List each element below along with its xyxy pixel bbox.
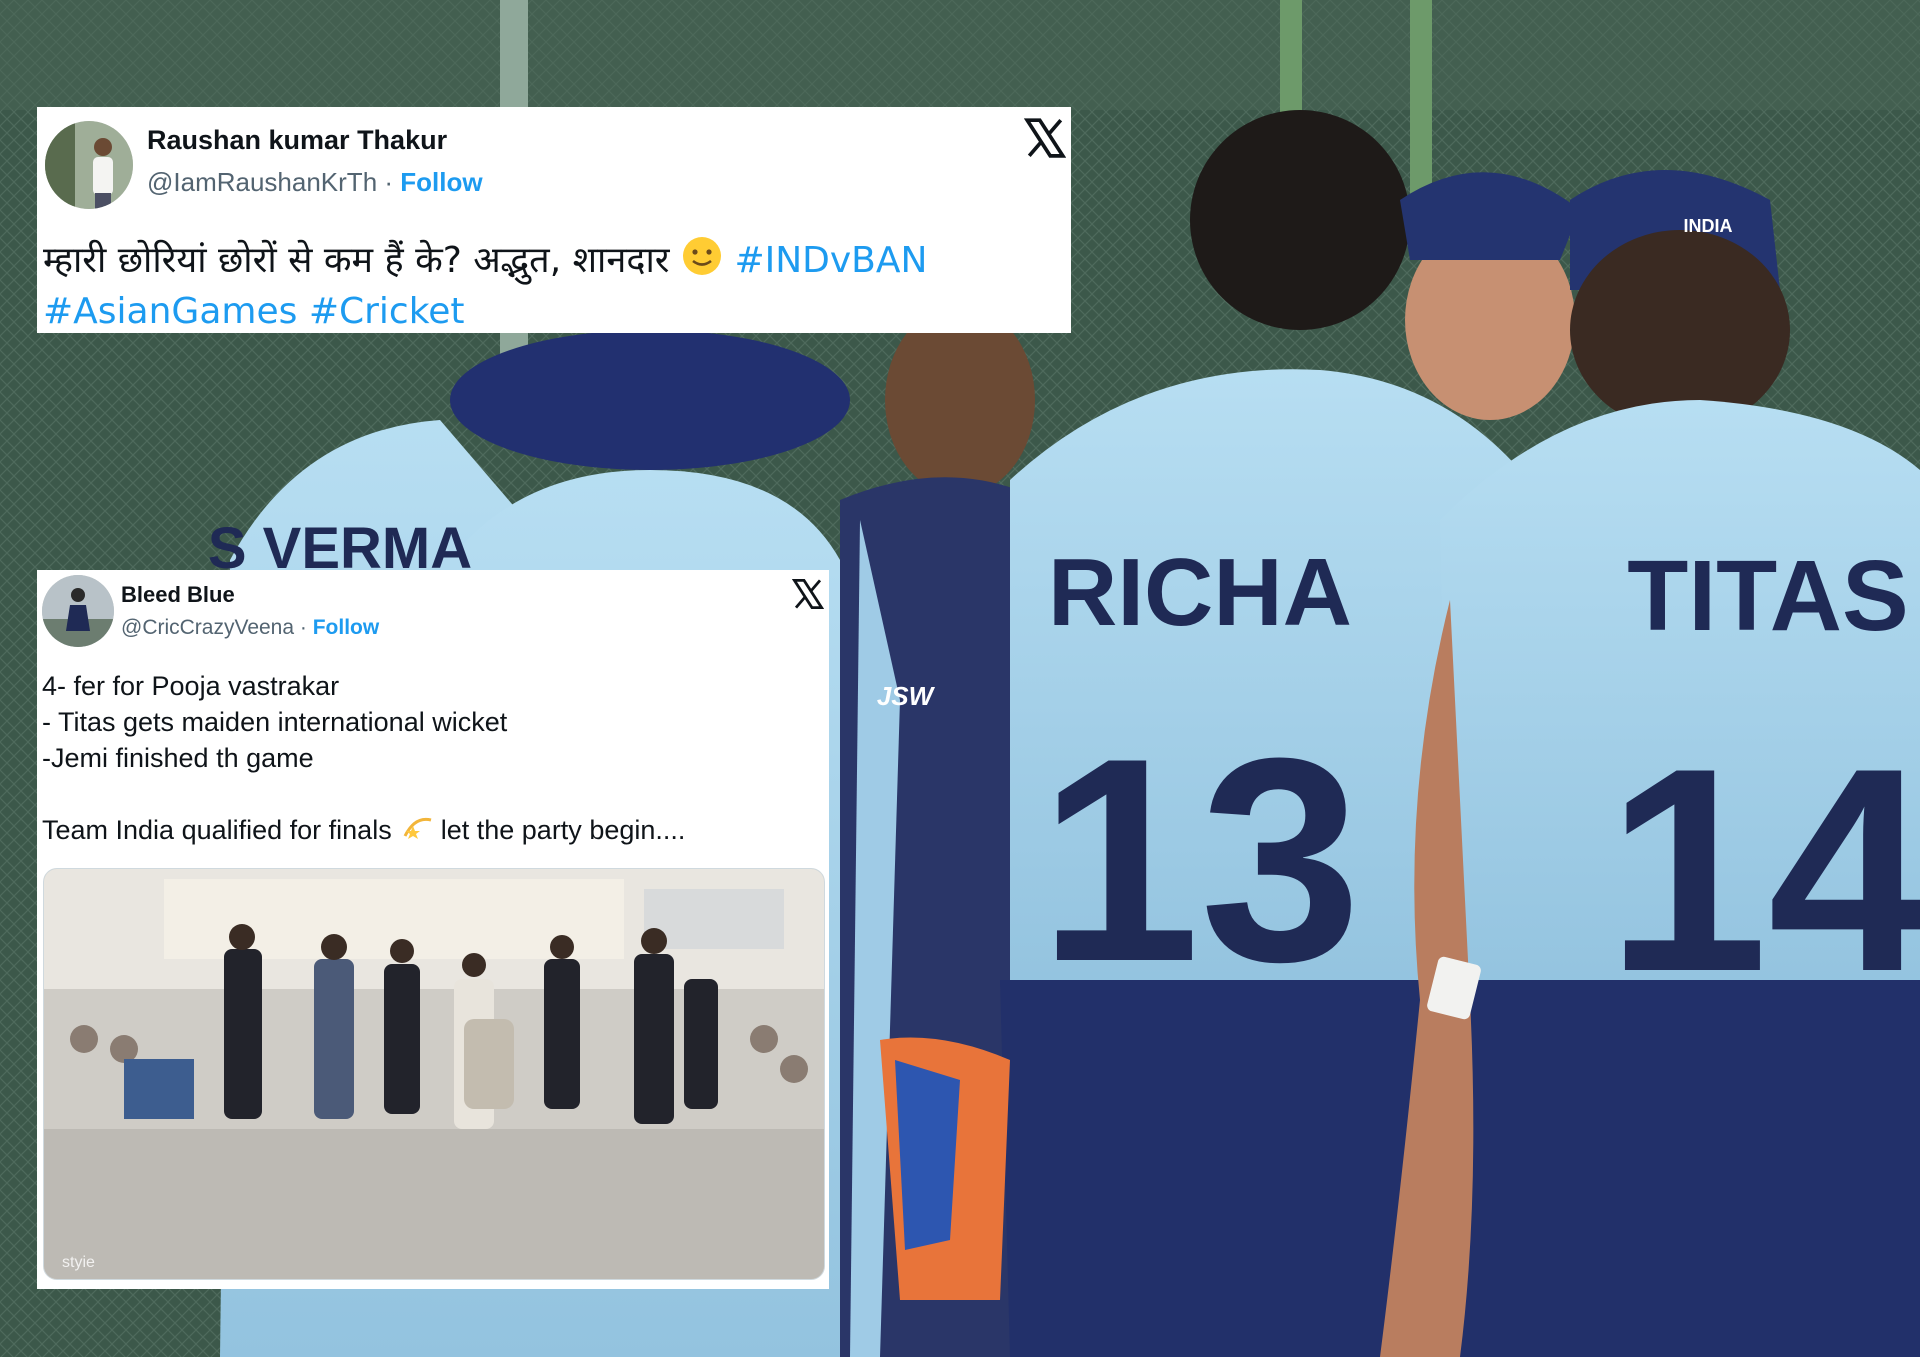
avatar[interactable] — [45, 121, 133, 209]
user-handle[interactable]: @CricCrazyVeena — [121, 616, 294, 639]
hashtag-asiangames[interactable]: #AsianGames — [43, 291, 297, 332]
cap-logo-text: INDIA — [1684, 216, 1733, 236]
final-text-b: let the party begin.... — [440, 815, 686, 845]
wedding-dance-video-thumbnail: styie — [44, 869, 824, 1279]
avatar-photo-icon — [45, 121, 133, 209]
tweet-line-2: - Titas gets maiden international wicket — [42, 707, 508, 737]
avatar-photo-icon — [42, 575, 114, 647]
x-logo-icon[interactable] — [792, 578, 824, 610]
dizzy-star-icon — [399, 812, 433, 851]
display-name[interactable]: Bleed Blue — [121, 582, 235, 608]
jersey-number-14: 14 — [1607, 708, 1920, 1032]
tweet-card-raushan[interactable]: Raushan kumar Thakur @IamRaushanKrTh · F… — [37, 107, 1071, 333]
video-watermark: styie — [62, 1254, 95, 1271]
sponsor-logo-text: JSW — [877, 681, 936, 711]
tweet-line-final: Team India qualified for finals let the … — [42, 812, 685, 851]
tweet-line-1: 4- fer for Pooja vastrakar — [42, 671, 340, 701]
separator-dot: · — [377, 167, 401, 197]
jersey-number-13: 13 — [1039, 698, 1362, 1022]
handle-row: @IamRaushanKrTh · Follow — [147, 167, 483, 198]
jersey-name-richa: RICHA — [1048, 539, 1352, 646]
tweet-line-3: -Jemi finished th game — [42, 743, 314, 773]
slightly-smiling-face-icon — [681, 235, 723, 289]
handle-row: @CricCrazyVeena · Follow — [121, 616, 379, 640]
follow-button[interactable]: Follow — [400, 167, 482, 197]
hashtag-cricket[interactable]: #Cricket — [309, 291, 465, 332]
tweet-text-hindi: म्हारी छोरियां छोरों से कम हैं के? अद्भु… — [43, 240, 670, 281]
follow-button[interactable]: Follow — [313, 616, 380, 639]
tweet-body: 4- fer for Pooja vastrakar - Titas gets … — [42, 668, 685, 851]
display-name[interactable]: Raushan kumar Thakur — [147, 125, 447, 156]
user-handle[interactable]: @IamRaushanKrTh — [147, 167, 377, 197]
hashtag-indvban[interactable]: #INDvBAN — [734, 240, 927, 281]
tweet-text: म्हारी छोरियां छोरों से कम हैं के? अद्भु… — [43, 235, 927, 333]
jersey-name-titas: TITAS — [1627, 540, 1908, 652]
tweet-card-bleed-blue[interactable]: Bleed Blue @CricCrazyVeena · Follow 4- f… — [37, 570, 829, 1289]
x-logo-icon[interactable] — [1024, 117, 1066, 159]
final-text-a: Team India qualified for finals — [42, 815, 392, 845]
separator-dot: · — [294, 616, 313, 639]
avatar[interactable] — [42, 575, 114, 647]
tweet-media-video[interactable]: styie — [43, 868, 825, 1280]
